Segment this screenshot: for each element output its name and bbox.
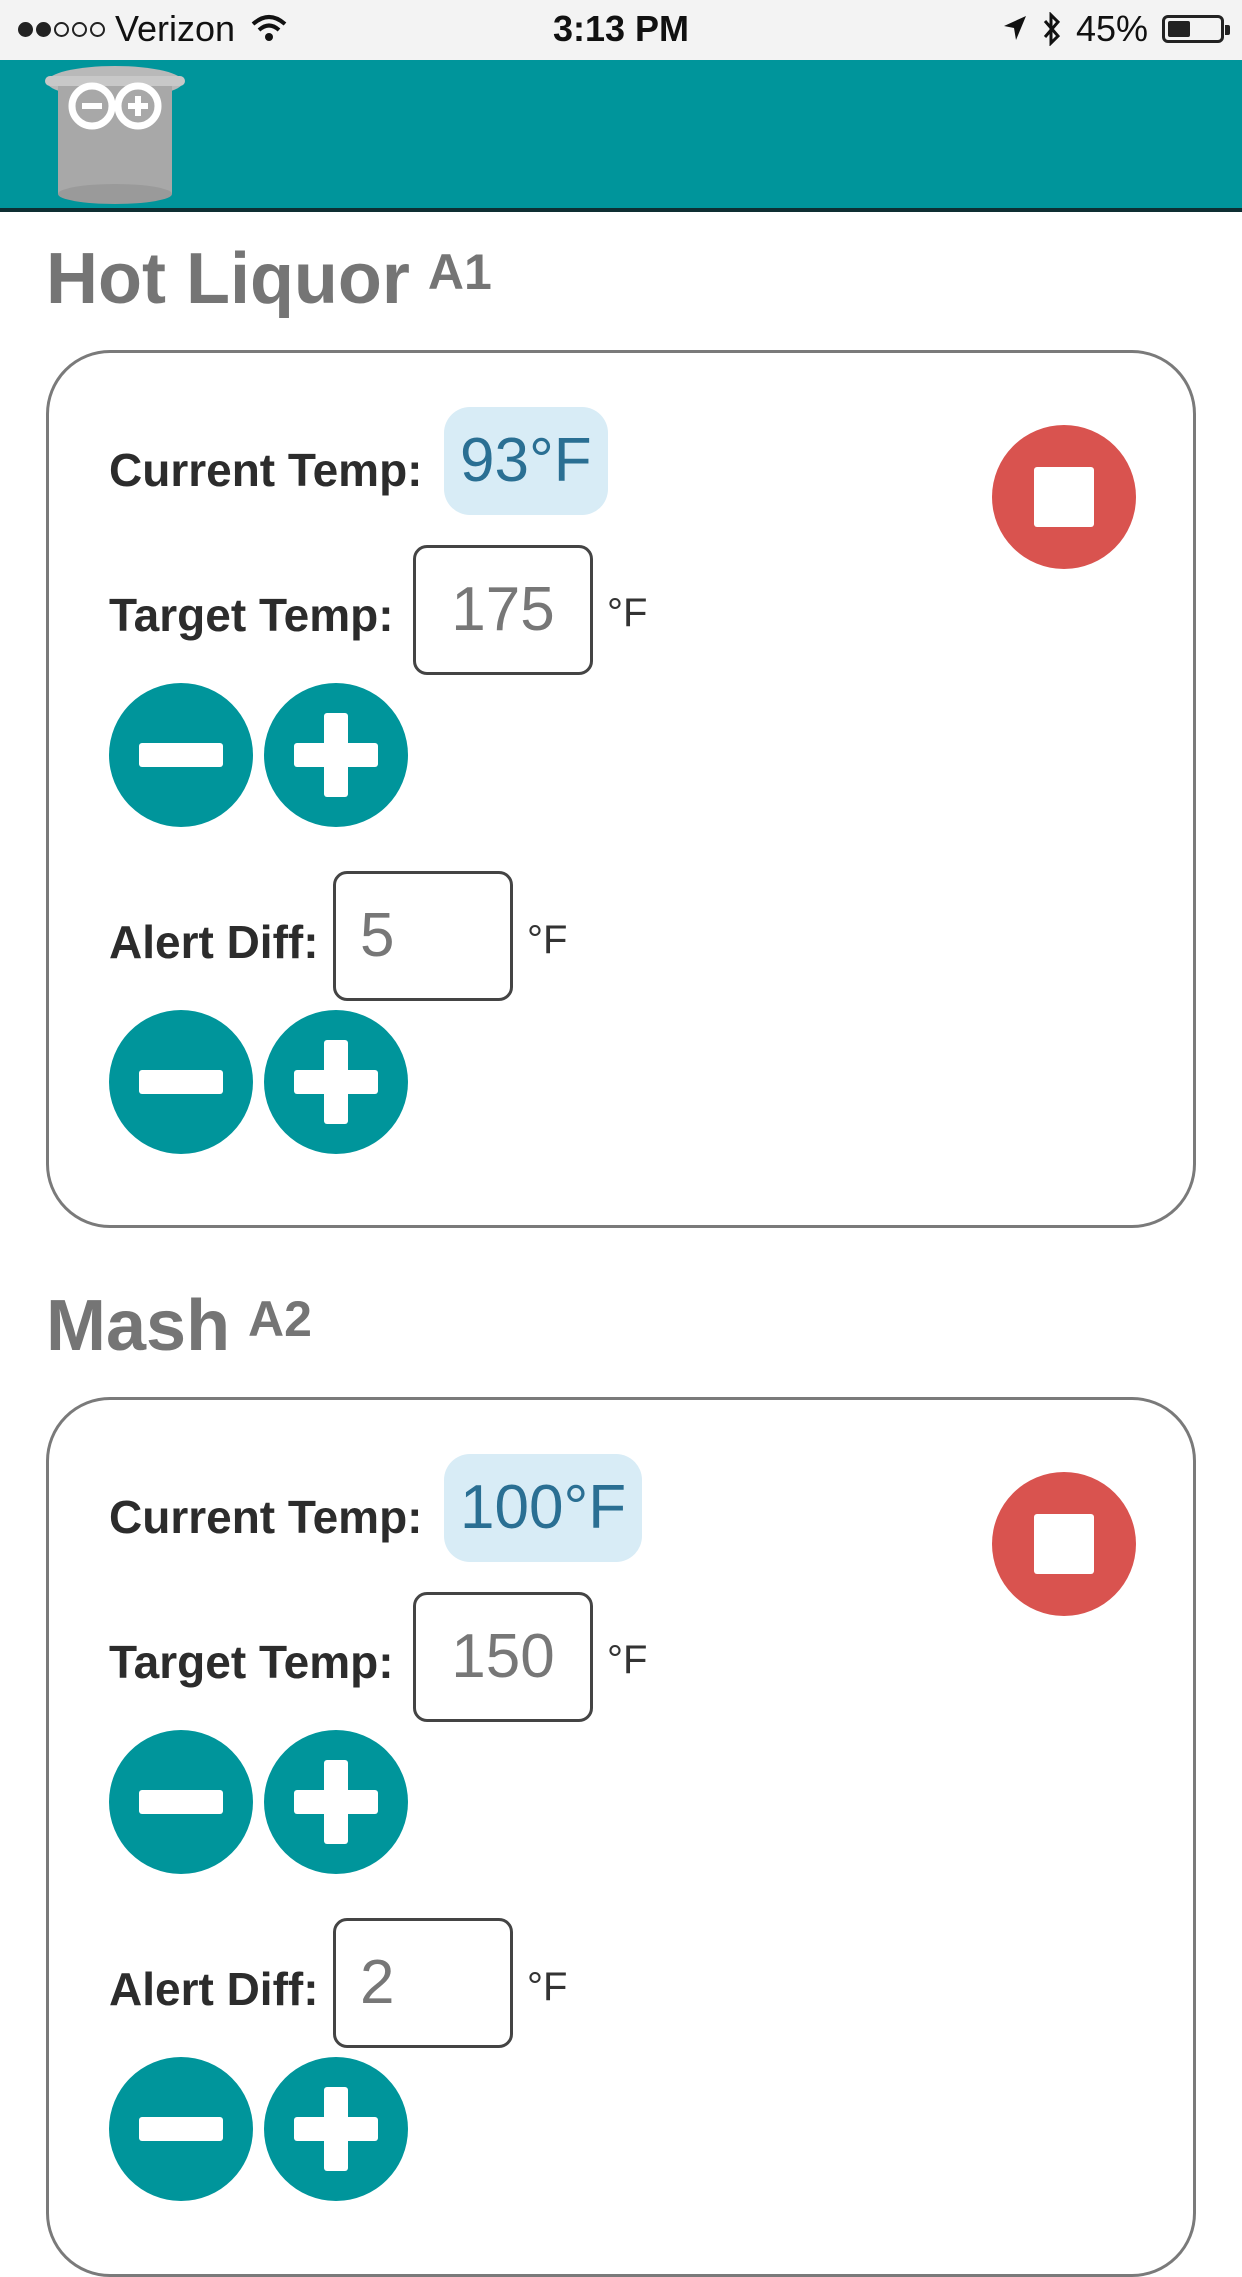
alert-diff-label: Alert Diff: (109, 1963, 319, 2015)
decrease-alert-button[interactable] (109, 1010, 253, 1154)
minus-icon (139, 1070, 223, 1094)
increase-target-button[interactable] (264, 683, 408, 827)
current-temp-label: Current Temp: (109, 1491, 423, 1543)
alert-diff-label: Alert Diff: (109, 916, 319, 968)
location-arrow-icon (1003, 16, 1026, 40)
alert-diff-input[interactable]: 2 (333, 1918, 513, 2048)
decrease-alert-button[interactable] (109, 2057, 253, 2201)
target-temp-input[interactable]: 150 (413, 1592, 593, 1722)
unit-label: °F (527, 1965, 568, 2009)
app-header (0, 60, 1242, 212)
stop-button[interactable] (992, 1472, 1136, 1616)
target-temp-label: Target Temp: (109, 1636, 394, 1688)
control-panel-mash: Current Temp: 100°F Target Temp: 150 °F … (46, 1397, 1196, 2277)
section-name: Mash (46, 1286, 231, 1366)
increase-alert-button[interactable] (264, 2057, 408, 2201)
minus-icon (139, 743, 223, 767)
increase-alert-button[interactable] (264, 1010, 408, 1154)
status-bar: Verizon 3:13 PM 45% (0, 0, 1242, 60)
increase-target-button[interactable] (264, 1730, 408, 1874)
target-temp-input[interactable]: 175 (413, 545, 593, 675)
decrease-target-button[interactable] (109, 683, 253, 827)
unit-label: °F (527, 918, 568, 962)
battery-icon (1162, 15, 1230, 43)
alert-diff-input[interactable]: 5 (333, 871, 513, 1001)
section-pin: A2 (248, 1291, 312, 1347)
stop-icon (1034, 467, 1094, 527)
unit-label: °F (607, 591, 648, 635)
decrease-target-button[interactable] (109, 1730, 253, 1874)
control-panel-hot-liquor: Current Temp: 93°F Target Temp: 175 °F A… (46, 350, 1196, 1228)
bluetooth-icon (1043, 12, 1060, 46)
section-title-mash: Mash A2 (46, 1285, 312, 1367)
minus-icon (139, 1790, 223, 1814)
section-pin: A1 (427, 244, 492, 300)
stop-icon (1034, 1514, 1094, 1574)
minus-icon (139, 2117, 223, 2141)
current-temp-badge: 100°F (444, 1454, 643, 1562)
section-name: Hot Liquor (46, 239, 410, 319)
battery-percent: 45% (1075, 8, 1148, 49)
stop-button[interactable] (992, 425, 1136, 569)
pot-logo-icon (45, 66, 185, 204)
unit-label: °F (607, 1638, 648, 1682)
current-temp-label: Current Temp: (109, 444, 423, 496)
target-temp-label: Target Temp: (109, 589, 394, 641)
current-temp-badge: 93°F (444, 407, 608, 515)
section-title-hot-liquor: Hot Liquor A1 (46, 238, 492, 320)
